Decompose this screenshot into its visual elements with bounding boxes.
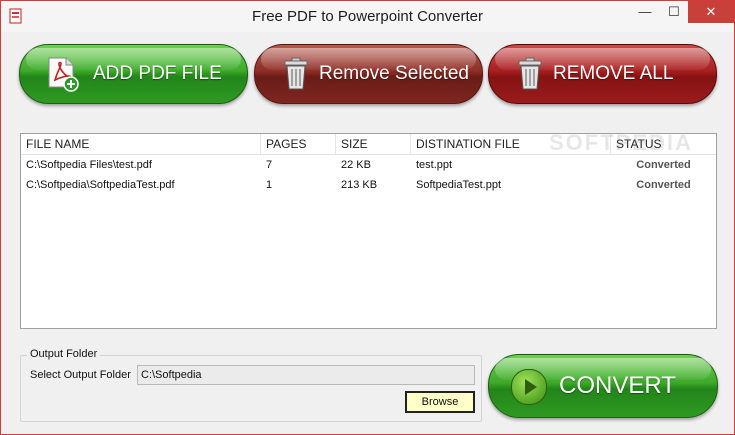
cell-pages: 7	[266, 159, 273, 171]
cell-size: 22 KB	[341, 159, 371, 171]
cell-pages: 1	[266, 179, 273, 191]
add-pdf-file-button[interactable]: ADD PDF FILE	[19, 44, 248, 104]
column-pages[interactable]: PAGES	[261, 134, 336, 154]
app-window: Free PDF to Powerpoint Converter — ☐ ✕ A…	[0, 0, 735, 435]
add-pdf-icon	[48, 57, 79, 92]
convert-label: CONVERT	[559, 372, 676, 399]
output-folder-legend: Output Folder	[27, 348, 101, 360]
column-file-name[interactable]: FILE NAME	[21, 134, 261, 154]
browse-button[interactable]: Browse	[405, 391, 475, 413]
play-icon	[511, 369, 547, 405]
table-row[interactable]: C:\Softpedia Files\test.pdf 7 22 KB test…	[21, 155, 716, 175]
minimize-button[interactable]: —	[631, 1, 659, 23]
cell-status: Converted	[636, 159, 691, 171]
close-button[interactable]: ✕	[688, 1, 734, 23]
maximize-button[interactable]: ☐	[660, 1, 688, 23]
trash-icon	[518, 57, 542, 90]
cell-size: 213 KB	[341, 179, 378, 191]
trash-icon	[284, 57, 308, 90]
play-triangle-icon	[525, 379, 537, 395]
cell-file-name: C:\Softpedia Files\test.pdf	[26, 159, 152, 171]
table-row[interactable]: C:\Softpedia\SoftpediaTest.pdf 1 213 KB …	[21, 175, 716, 195]
remove-selected-button[interactable]: Remove Selected	[254, 44, 483, 104]
column-size[interactable]: SIZE	[336, 134, 411, 154]
add-pdf-file-label: ADD PDF FILE	[93, 63, 222, 84]
cell-destination-file: SoftpediaTest.ppt	[416, 179, 502, 191]
remove-all-button[interactable]: REMOVE ALL	[488, 44, 717, 104]
select-output-folder-label: Select Output Folder	[30, 369, 131, 381]
convert-button[interactable]: CONVERT	[488, 354, 718, 418]
cell-file-name: C:\Softpedia\SoftpediaTest.pdf	[26, 179, 175, 191]
cell-destination-file: test.ppt	[416, 159, 453, 171]
title-bar: Free PDF to Powerpoint Converter — ☐ ✕	[1, 1, 734, 32]
remove-all-label: REMOVE ALL	[553, 63, 674, 84]
cell-status: Converted	[636, 179, 691, 191]
remove-selected-label: Remove Selected	[319, 63, 469, 84]
window-title: Free PDF to Powerpoint Converter	[252, 8, 483, 25]
output-folder-field[interactable]: C:\Softpedia	[137, 365, 475, 385]
watermark: SOFTPEDIA	[549, 130, 693, 155]
file-list[interactable]: FILE NAME PAGES SIZE DISTINATION FILE ST…	[20, 133, 717, 329]
